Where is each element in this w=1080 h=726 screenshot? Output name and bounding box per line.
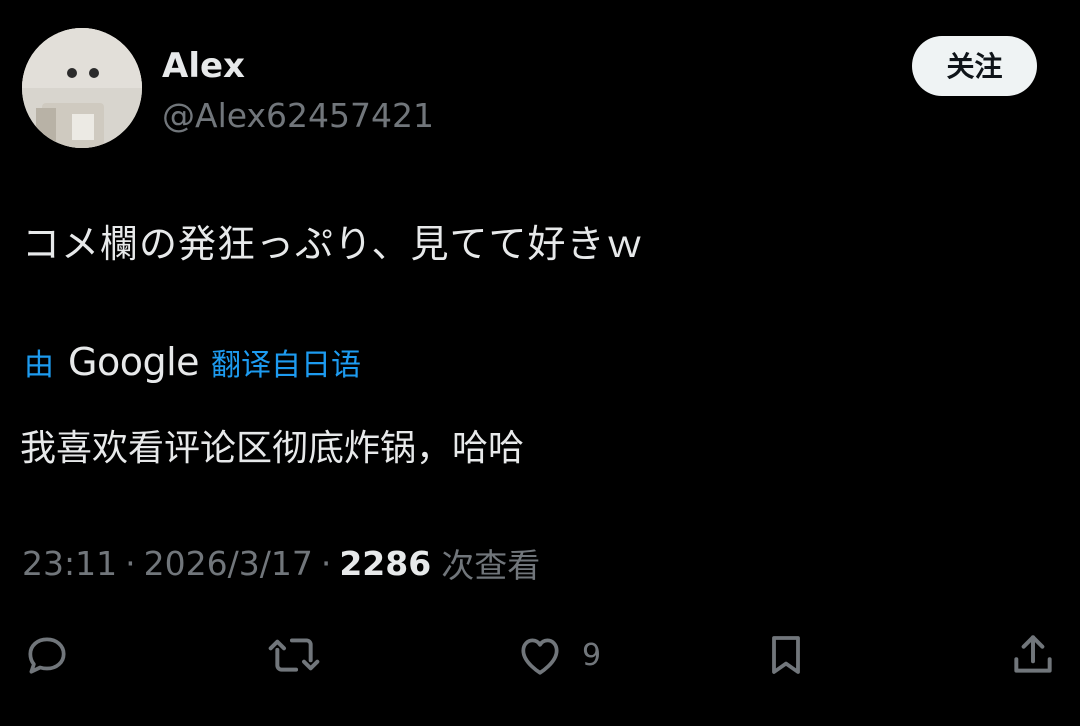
heart-icon — [521, 638, 559, 675]
share-icon — [1014, 635, 1052, 673]
tweet-text: コメ欄の発狂っぷり、見てて好きｗ — [22, 222, 645, 266]
display-name[interactable]: Alex — [162, 44, 245, 88]
avatar[interactable] — [22, 28, 142, 148]
user-handle[interactable]: @Alex62457421 — [162, 94, 434, 138]
reply-icon — [28, 637, 66, 674]
tweet-time[interactable]: 23:11 — [22, 544, 117, 583]
translated-by-label: 由 — [24, 348, 54, 383]
reply-button[interactable] — [22, 620, 72, 690]
like-count: 9 — [582, 637, 602, 673]
tweet-card: Alex @Alex62457421 关注 コメ欄の発狂っぷり、見てて好きｗ 由… — [0, 0, 1080, 726]
like-button[interactable]: 9 — [514, 620, 601, 690]
retweet-button[interactable] — [266, 620, 322, 690]
action-bar: 9 — [0, 620, 1080, 690]
meta-separator: · — [125, 543, 136, 583]
translation-attribution[interactable]: 由 Google 翻译自日语 — [24, 336, 361, 388]
meta-separator: · — [320, 543, 332, 583]
avatar-image — [22, 28, 142, 148]
views-count: 2286 — [339, 543, 432, 583]
bookmark-button[interactable] — [762, 620, 810, 690]
follow-button[interactable]: 关注 — [912, 36, 1037, 96]
tweet-meta: 23:11 · 2026/3/17 · 2286 次查看 — [22, 538, 540, 588]
translated-text: 我喜欢看评论区彻底炸锅，哈哈 — [20, 428, 525, 469]
retweet-icon — [268, 638, 320, 672]
views-label: 次查看 — [441, 546, 541, 585]
share-button[interactable] — [1008, 620, 1058, 690]
google-logo: Google — [68, 340, 200, 384]
translated-from-label[interactable]: 翻译自日语 — [211, 340, 361, 384]
bookmark-icon — [772, 636, 800, 674]
tweet-date[interactable]: 2026/3/17 — [144, 544, 313, 583]
